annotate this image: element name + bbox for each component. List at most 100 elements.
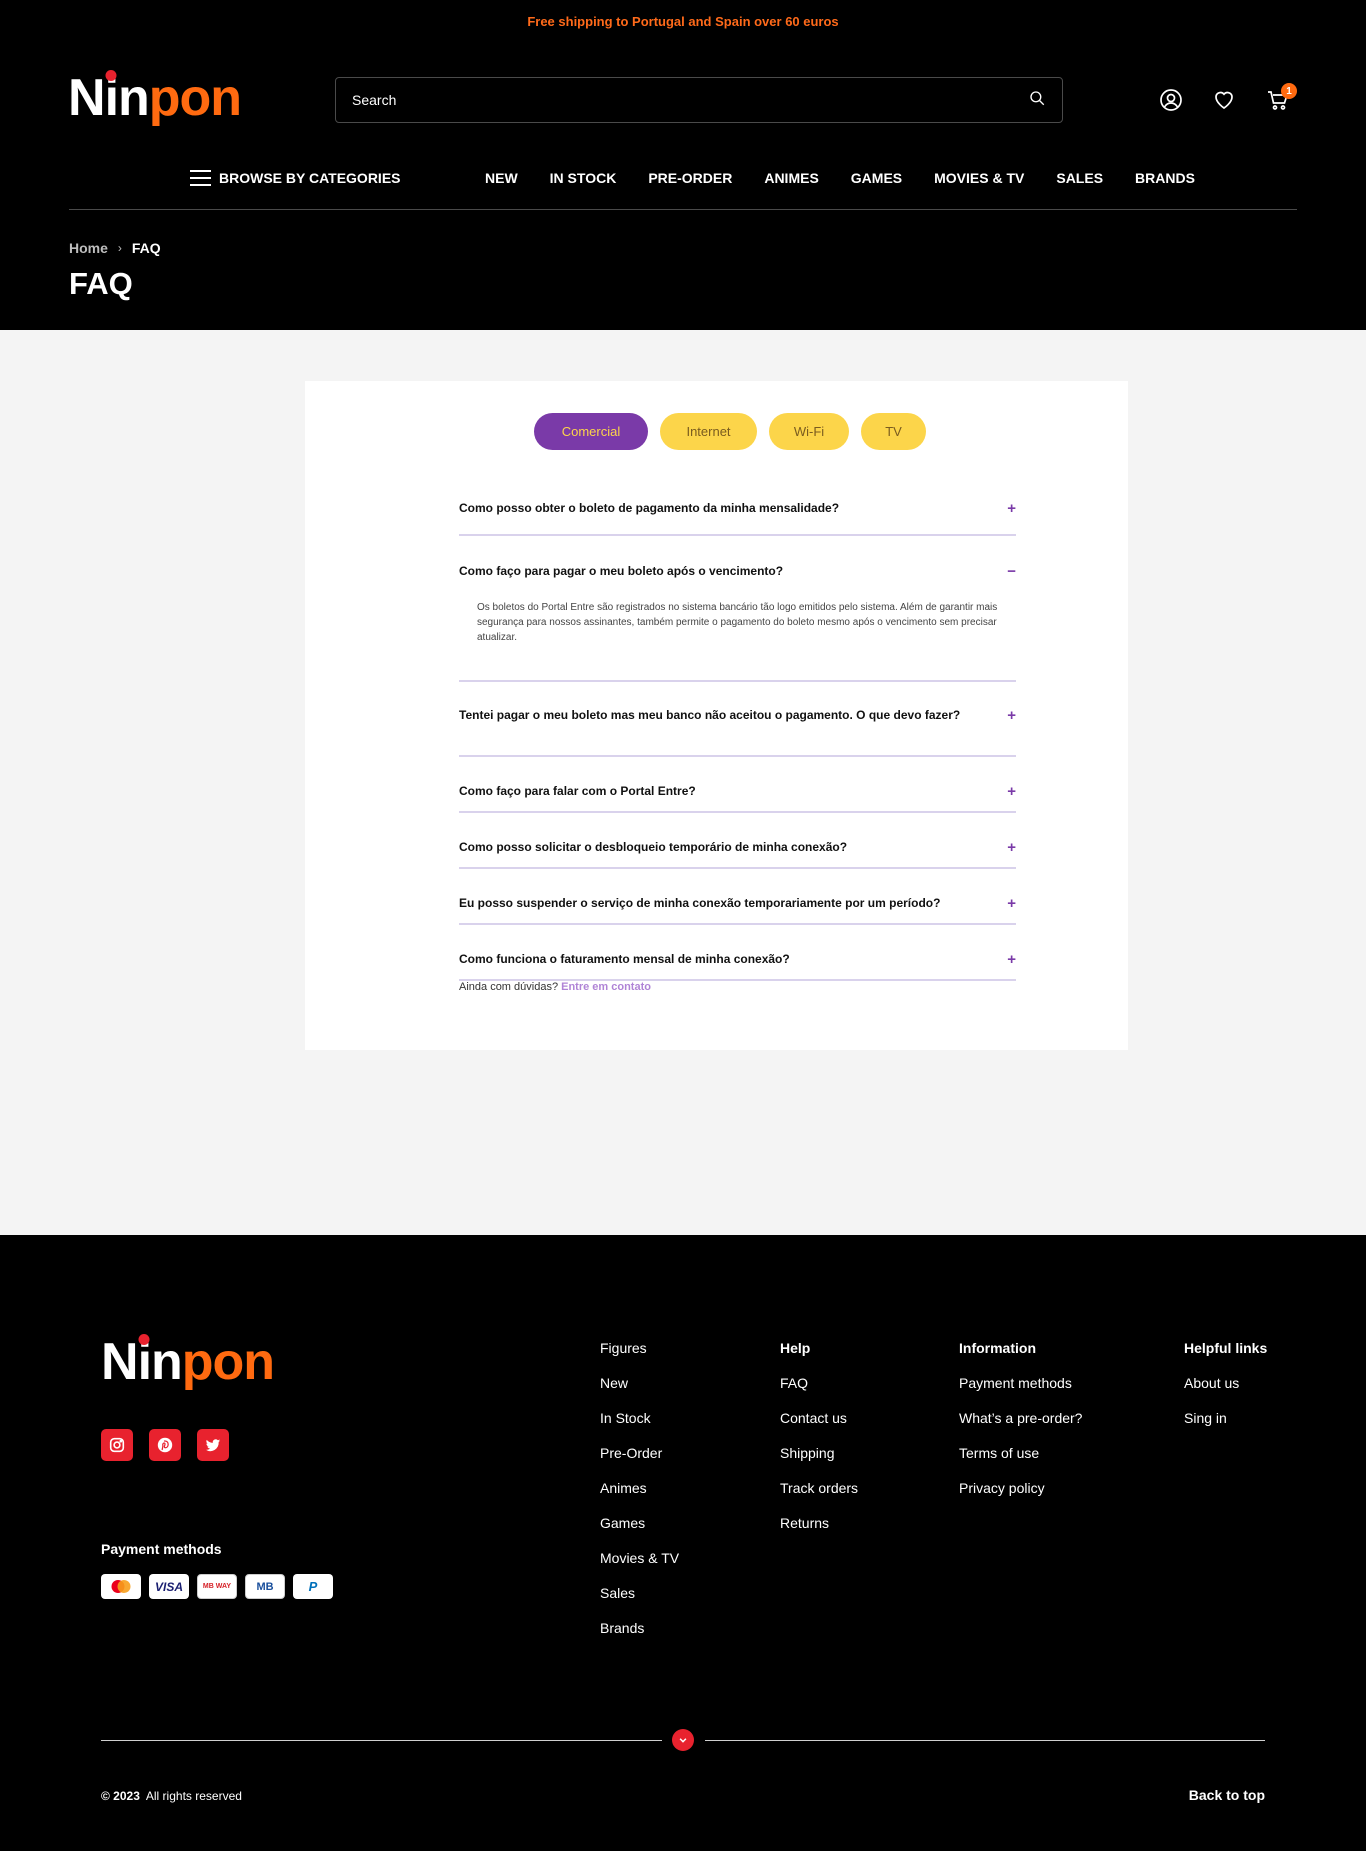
instagram-icon[interactable]: [101, 1429, 133, 1461]
twitter-icon[interactable]: [197, 1429, 229, 1461]
expand-plus-icon[interactable]: +: [1002, 951, 1016, 968]
browse-categories-button[interactable]: BROWSE BY CATEGORIES: [190, 170, 401, 186]
nav-link-in-stock[interactable]: IN STOCK: [550, 170, 617, 186]
footer-link[interactable]: Shipping: [780, 1444, 858, 1479]
logo-text-n: N: [68, 69, 106, 127]
breadcrumb-home-link[interactable]: Home: [69, 240, 108, 256]
expand-plus-icon[interactable]: +: [1002, 707, 1016, 724]
breadcrumb: Home › FAQ: [69, 240, 161, 256]
wishlist-heart-icon[interactable]: [1211, 87, 1237, 113]
faq-list: Como posso obter o boleto de pagamento d…: [459, 481, 1016, 981]
expand-plus-icon[interactable]: +: [1002, 500, 1016, 517]
footer-link[interactable]: Returns: [780, 1514, 858, 1549]
faq-item[interactable]: Como funciona o faturamento mensal de mi…: [459, 925, 1016, 981]
chevron-down-icon[interactable]: [672, 1729, 694, 1751]
footer-col-figures: Figures New In Stock Pre-Order Animes Ga…: [600, 1339, 679, 1654]
cart-icon[interactable]: 1: [1265, 83, 1297, 113]
pinterest-icon[interactable]: [149, 1429, 181, 1461]
back-to-top-link[interactable]: Back to top: [1189, 1787, 1265, 1803]
faq-contact-link[interactable]: Entre em contato: [561, 981, 651, 993]
footer-link[interactable]: What’s a pre-order?: [959, 1409, 1082, 1444]
footer-divider: [101, 1740, 662, 1741]
footer-logo[interactable]: Ni npon: [101, 1333, 275, 1391]
faq-question: Como posso obter o boleto de pagamento d…: [459, 501, 840, 515]
footer-link[interactable]: In Stock: [600, 1409, 679, 1444]
paypal-icon: P: [293, 1574, 333, 1599]
tab-tv[interactable]: TV: [861, 413, 926, 450]
logo-dot: [138, 1334, 150, 1345]
faq-item[interactable]: Eu posso suspender o serviço de minha co…: [459, 869, 1016, 925]
nav-links: NEW IN STOCK PRE-ORDER ANIMES GAMES MOVI…: [485, 170, 1195, 186]
main-nav: BROWSE BY CATEGORIES NEW IN STOCK PRE-OR…: [0, 170, 1366, 200]
faq-question: Como funciona o faturamento mensal de mi…: [459, 952, 790, 966]
footer-link[interactable]: New: [600, 1374, 679, 1409]
collapse-minus-icon[interactable]: −: [1002, 563, 1016, 580]
site-logo[interactable]: Ni npon: [68, 69, 242, 127]
footer-link[interactable]: Pre-Order: [600, 1444, 679, 1479]
faq-question: Eu posso suspender o serviço de minha co…: [459, 896, 941, 910]
footer-link[interactable]: FAQ: [780, 1374, 858, 1409]
search-icon[interactable]: [1028, 89, 1046, 112]
footer-link[interactable]: Games: [600, 1514, 679, 1549]
faq-question: Tentei pagar o meu boleto mas meu banco …: [459, 708, 961, 722]
main-content: Comercial Internet Wi-Fi TV Como posso o…: [0, 330, 1366, 1235]
mastercard-icon: [101, 1574, 141, 1599]
promo-banner: Free shipping to Portugal and Spain over…: [527, 13, 839, 29]
expand-plus-icon[interactable]: +: [1002, 895, 1016, 912]
logo-text-pon: pon: [148, 69, 242, 127]
footer-link[interactable]: Brands: [600, 1619, 679, 1654]
payment-methods-heading: Payment methods: [101, 1541, 222, 1557]
chevron-right-icon: ›: [117, 241, 122, 255]
payment-methods: VISA MB WAY MB P: [101, 1574, 333, 1599]
footer-link[interactable]: About us: [1184, 1374, 1267, 1409]
faq-item[interactable]: Tentei pagar o meu boleto mas meu banco …: [459, 682, 1016, 757]
logo-text-n: N: [101, 1333, 139, 1391]
nav-link-movies-tv[interactable]: MOVIES & TV: [934, 170, 1024, 186]
nav-link-animes[interactable]: ANIMES: [764, 170, 818, 186]
footer-heading-information: Information: [959, 1340, 1036, 1356]
hamburger-menu-icon: [190, 170, 211, 186]
tab-internet[interactable]: Internet: [660, 413, 757, 450]
nav-link-new[interactable]: NEW: [485, 170, 518, 186]
faq-contact-line: Ainda com dúvidas? Entre em contato: [459, 981, 651, 993]
browse-categories-label: BROWSE BY CATEGORIES: [219, 170, 401, 186]
footer-link[interactable]: Privacy policy: [959, 1479, 1082, 1514]
faq-item[interactable]: Como posso solicitar o desbloqueio tempo…: [459, 813, 1016, 869]
tab-comercial[interactable]: Comercial: [534, 413, 648, 450]
faq-item-expanded[interactable]: Como faço para pagar o meu boleto após o…: [459, 536, 1016, 682]
nav-link-games[interactable]: GAMES: [851, 170, 902, 186]
footer-col-help: Help FAQ Contact us Shipping Track order…: [780, 1339, 858, 1549]
search-input[interactable]: Search: [352, 92, 1028, 108]
logo-i: i: [104, 69, 119, 127]
footer-divider: [705, 1740, 1265, 1741]
logo-i: i: [137, 1333, 152, 1391]
footer-link[interactable]: Sales: [600, 1584, 679, 1619]
footer-link[interactable]: Contact us: [780, 1409, 858, 1444]
faq-item[interactable]: Como posso obter o boleto de pagamento d…: [459, 481, 1016, 536]
footer-link[interactable]: Payment methods: [959, 1374, 1082, 1409]
faq-question: Como faço para pagar o meu boleto após o…: [459, 564, 784, 578]
faq-item[interactable]: Como faço para falar com o Portal Entre?…: [459, 757, 1016, 813]
footer-link[interactable]: Figures: [600, 1339, 679, 1374]
footer-link[interactable]: Sing in: [1184, 1409, 1267, 1444]
footer-link[interactable]: Track orders: [780, 1479, 858, 1514]
logo-text-n2: n: [151, 1333, 183, 1391]
expand-plus-icon[interactable]: +: [1002, 839, 1016, 856]
visa-icon: VISA: [149, 1574, 189, 1599]
footer-link[interactable]: Terms of use: [959, 1444, 1082, 1479]
footer-link[interactable]: Movies & TV: [600, 1549, 679, 1584]
footer-link[interactable]: Animes: [600, 1479, 679, 1514]
faq-contact-text: Ainda com dúvidas?: [459, 981, 559, 993]
copyright-text: All rights reserved: [145, 1789, 242, 1803]
nav-link-pre-order[interactable]: PRE-ORDER: [648, 170, 732, 186]
tab-wifi[interactable]: Wi-Fi: [769, 413, 849, 450]
cart-count-badge: 1: [1281, 83, 1297, 99]
account-icon[interactable]: [1158, 87, 1184, 113]
expand-plus-icon[interactable]: +: [1002, 783, 1016, 800]
mbway-icon: MB WAY: [197, 1574, 237, 1599]
nav-link-brands[interactable]: BRANDS: [1135, 170, 1195, 186]
social-links: [101, 1429, 229, 1461]
nav-link-sales[interactable]: SALES: [1056, 170, 1103, 186]
search-bar[interactable]: Search: [335, 77, 1063, 123]
faq-embedded-image: Comercial Internet Wi-Fi TV Como posso o…: [305, 381, 1128, 1050]
